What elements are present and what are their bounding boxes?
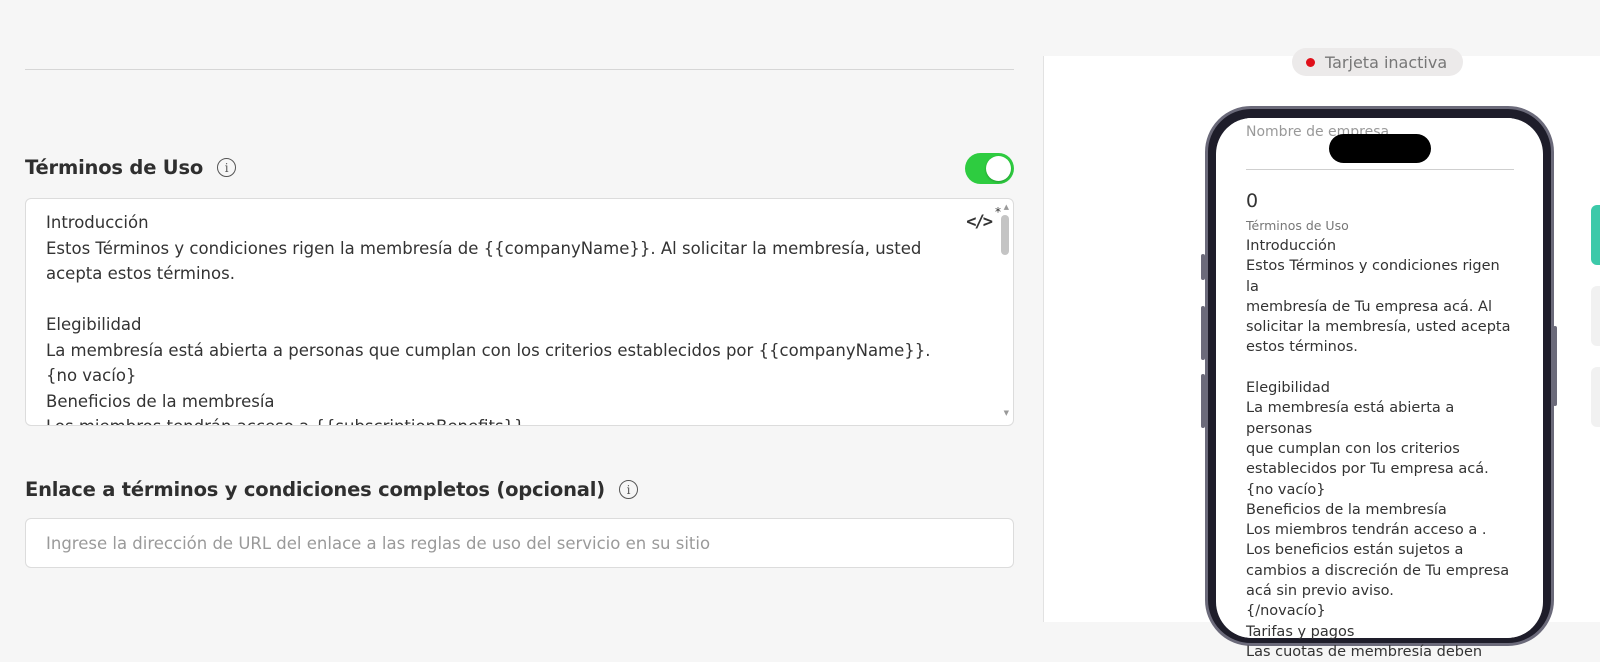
terms-editor[interactable]: Introducción Estos Términos y condicione…	[25, 198, 1014, 426]
side-tab[interactable]	[1591, 367, 1600, 427]
side-tab[interactable]	[1591, 286, 1600, 346]
terms-section-header: Términos de Uso i	[25, 156, 237, 179]
phone-notch	[1329, 134, 1431, 163]
phone-volume-up-button	[1201, 306, 1205, 360]
preview-terms-text: Introducción Estos Términos y condicione…	[1246, 238, 1511, 660]
code-modified-marker: *	[995, 205, 1001, 219]
status-badge: Tarjeta inactiva	[1292, 48, 1464, 76]
scrollbar-thumb[interactable]	[1001, 215, 1009, 255]
phone-side-button	[1201, 254, 1205, 280]
terms-title: Términos de Uso	[25, 156, 204, 179]
phone-power-button	[1553, 326, 1557, 406]
info-icon[interactable]: i	[618, 480, 638, 499]
status-text: Tarjeta inactiva	[1325, 52, 1448, 72]
phone-volume-down-button	[1201, 374, 1205, 428]
toggle-knob	[986, 156, 1011, 181]
terms-enabled-toggle[interactable]	[965, 153, 1014, 184]
terms-editor-text[interactable]: Introducción Estos Términos y condicione…	[46, 210, 946, 425]
scroll-down-arrow-icon[interactable]: ▼	[1004, 409, 1009, 417]
preview-divider	[1246, 169, 1514, 170]
status-dot-icon	[1306, 57, 1315, 67]
side-tab-active[interactable]	[1591, 205, 1600, 265]
preview-terms-label: Términos de Uso	[1246, 218, 1349, 233]
link-section-header: Enlace a términos y condiciones completo…	[25, 478, 638, 501]
preview-counter: 0	[1246, 190, 1259, 212]
scroll-up-arrow-icon[interactable]: ▲	[1004, 203, 1009, 211]
code-icon[interactable]: </>	[966, 212, 993, 232]
info-icon[interactable]: i	[217, 158, 237, 177]
settings-panel: Términos de Uso i Introducción Estos Tér…	[0, 0, 1043, 622]
terms-url-input[interactable]	[25, 518, 1014, 568]
link-title: Enlace a términos y condiciones completo…	[25, 478, 605, 501]
section-divider	[25, 69, 1014, 70]
